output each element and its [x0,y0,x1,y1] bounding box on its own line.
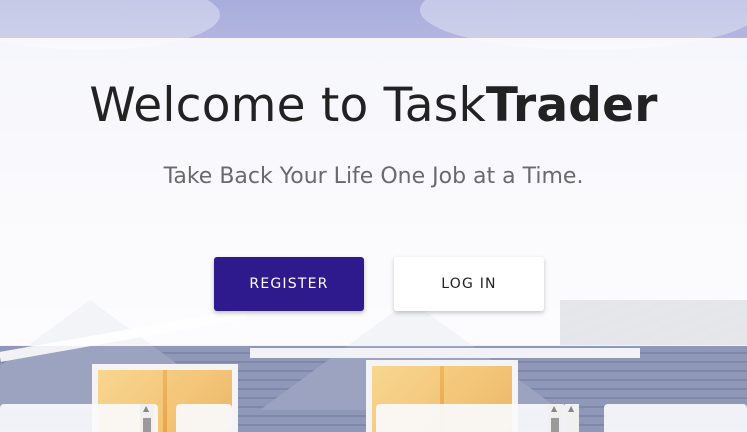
roof-trim [250,348,640,358]
scrollbar-thumb[interactable] [551,418,559,432]
register-button[interactable]: REGISTER [214,257,364,311]
login-button[interactable]: LOG IN [394,257,544,311]
card-scrollbar[interactable]: ▲ [565,404,579,432]
card-scrollbar[interactable]: ▲ [140,404,154,432]
content-card[interactable] [604,404,747,432]
content-card[interactable] [0,404,158,432]
hero-panel: Welcome to TaskTrader Take Back Your Lif… [0,38,747,346]
card-scrollbar[interactable]: ▲ [548,404,562,432]
page-subtitle: Take Back Your Life One Job at a Time. [163,164,584,189]
content-card[interactable] [176,404,232,432]
content-card[interactable] [376,404,566,432]
scroll-up-arrow-icon[interactable]: ▲ [143,405,149,413]
scroll-up-arrow-icon[interactable]: ▲ [568,405,574,413]
scroll-up-arrow-icon[interactable]: ▲ [551,405,557,413]
brand-name: Trader [485,78,658,133]
scrollbar-thumb[interactable] [143,418,151,432]
title-prefix: Welcome to Task [89,78,486,133]
page-title: Welcome to TaskTrader [0,78,747,133]
